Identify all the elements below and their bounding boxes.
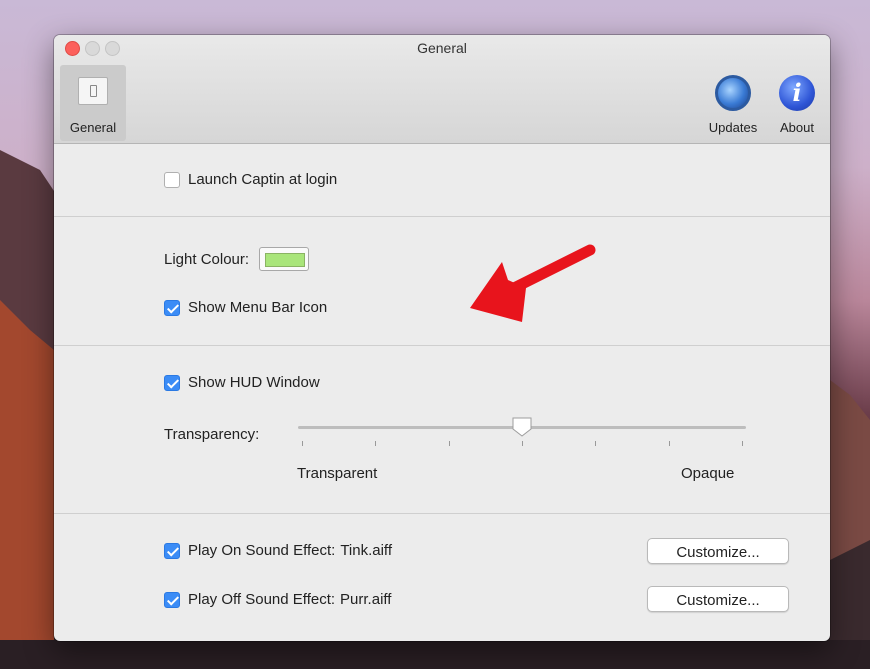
show-menu-bar-icon-checkbox[interactable]: [164, 299, 180, 316]
play-off-sound-checkbox[interactable]: [164, 591, 180, 608]
customize-play-off-button[interactable]: Customize...: [647, 586, 789, 612]
play-off-sound-row[interactable]: Play Off Sound Effect: Purr.aiff: [164, 591, 391, 608]
play-on-sound-checkbox[interactable]: [164, 542, 180, 559]
tab-general[interactable]: General: [60, 65, 126, 141]
customize-play-on-button[interactable]: Customize...: [647, 538, 789, 564]
launch-at-login-label: Launch Captin at login: [188, 171, 338, 188]
play-off-sound-file: Purr.aiff: [340, 591, 392, 608]
show-menu-bar-icon-row[interactable]: Show Menu Bar Icon: [164, 299, 327, 316]
slider-tick: [742, 441, 743, 446]
slider-tick: [302, 441, 303, 446]
divider: [54, 345, 830, 346]
tab-updates[interactable]: Updates: [698, 65, 768, 141]
show-menu-bar-icon-label: Show Menu Bar Icon: [188, 299, 328, 316]
slider-tick: [522, 441, 523, 446]
transparency-label: Transparency:: [164, 426, 260, 443]
opaque-caption: Opaque: [681, 465, 735, 482]
transparency-label-row: Transparency:: [164, 426, 259, 443]
slider-tick: [375, 441, 377, 446]
opaque-caption-row: Opaque: [681, 465, 734, 482]
show-hud-window-checkbox[interactable]: [164, 374, 180, 391]
light-colour-well[interactable]: [259, 247, 310, 271]
launch-at-login-checkbox[interactable]: [164, 171, 180, 188]
tab-general-label: General: [69, 120, 117, 135]
play-off-sound-label: Play Off Sound Effect:: [188, 591, 336, 608]
play-on-sound-file: Tink.aiff: [340, 542, 392, 559]
tab-updates-label: Updates: [708, 120, 758, 135]
info-icon: i: [779, 75, 815, 111]
show-hud-window-label: Show HUD Window: [188, 374, 320, 391]
tab-about-label: About: [780, 120, 814, 135]
window-toolbar: General General Updates i About: [54, 35, 830, 144]
launch-at-login-row[interactable]: Launch Captin at login: [164, 171, 337, 188]
divider: [54, 216, 830, 217]
transparent-caption-row: Transparent: [297, 465, 377, 482]
preferences-window: General General Updates i About Launch C…: [54, 35, 830, 641]
show-hud-window-row[interactable]: Show HUD Window: [164, 374, 320, 391]
light-colour-row: Light Colour:: [164, 247, 310, 271]
slider-tick: [668, 441, 670, 446]
light-colour-label: Light Colour:: [164, 250, 250, 268]
play-on-sound-label: Play On Sound Effect:: [188, 542, 336, 559]
slider-tick: [448, 441, 450, 446]
light-switch-icon: [78, 77, 108, 105]
slider-tick: [595, 441, 597, 446]
tab-about[interactable]: i About: [772, 65, 822, 141]
divider: [54, 513, 830, 514]
updates-globe-icon: [715, 75, 751, 111]
window-title: General: [417, 40, 467, 56]
transparent-caption: Transparent: [297, 465, 378, 482]
transparency-slider-knob[interactable]: [511, 416, 533, 438]
play-on-sound-row[interactable]: Play On Sound Effect: Tink.aiff: [164, 542, 392, 559]
